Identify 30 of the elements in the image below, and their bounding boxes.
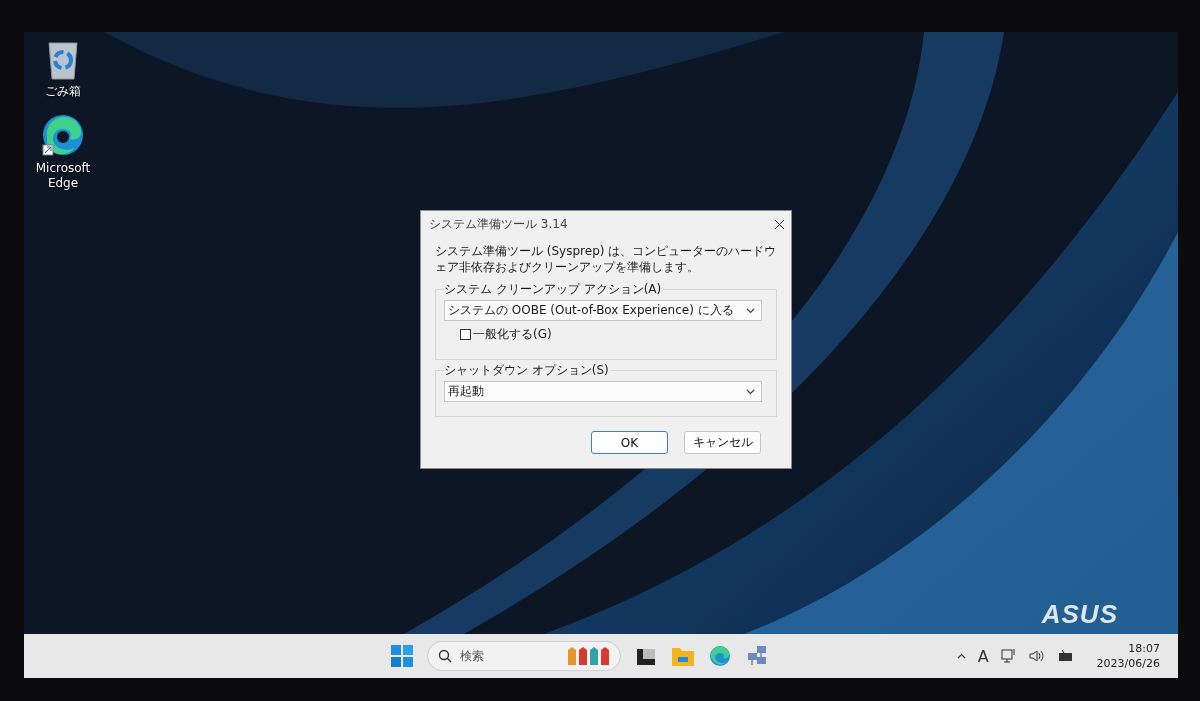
checkbox[interactable] xyxy=(460,329,471,340)
recycle-bin-icon xyxy=(46,40,80,80)
window-title: システム準備ツール 3.14 xyxy=(429,215,568,233)
group-label: システム クリーンアップ アクション(A) xyxy=(444,281,664,297)
chevron-icon xyxy=(746,307,755,314)
dropdown[interactable]: システムの OOBE (Out-of-Box Experience) に入る xyxy=(444,300,762,321)
browser-icon xyxy=(41,113,85,157)
search-field[interactable]: 検索 xyxy=(427,641,622,671)
chevron-up-icon[interactable] xyxy=(956,653,966,659)
clock-time[interactable]: 18:07 xyxy=(1128,641,1160,656)
search-icon xyxy=(438,649,453,663)
input-mode-indicator[interactable]: A xyxy=(977,646,989,666)
ok-button[interactable]: OK xyxy=(591,431,668,454)
dropdown[interactable]: 再起動 xyxy=(444,381,762,402)
folder-icon[interactable] xyxy=(671,645,696,667)
start-icon[interactable] xyxy=(391,645,414,667)
battery-icon[interactable] xyxy=(1056,649,1075,663)
checkbox-label[interactable]: 一般化する(G) xyxy=(460,326,552,343)
close-icon[interactable] xyxy=(774,218,785,230)
browser-icon[interactable] xyxy=(709,645,732,667)
desktop-icon-label[interactable]: ごみ箱 xyxy=(45,84,81,99)
network-icon[interactable] xyxy=(1000,648,1017,664)
group-label: シャットダウン オプション(S) xyxy=(444,362,611,378)
description-text: システム準備ツール (Sysprep) は、コンピューターのハードウェア非依存およびクリーンアップを準備します。 xyxy=(435,243,777,275)
cancel-button[interactable]: キャンセル xyxy=(684,431,761,454)
desktop-icon-label[interactable]: Microsoft Edge xyxy=(34,161,92,191)
chevron-icon xyxy=(746,388,755,395)
logo-text: ASUS xyxy=(1041,599,1118,630)
clock-date[interactable]: 2023/06/26 xyxy=(1096,656,1160,671)
volume-icon[interactable] xyxy=(1028,649,1045,663)
